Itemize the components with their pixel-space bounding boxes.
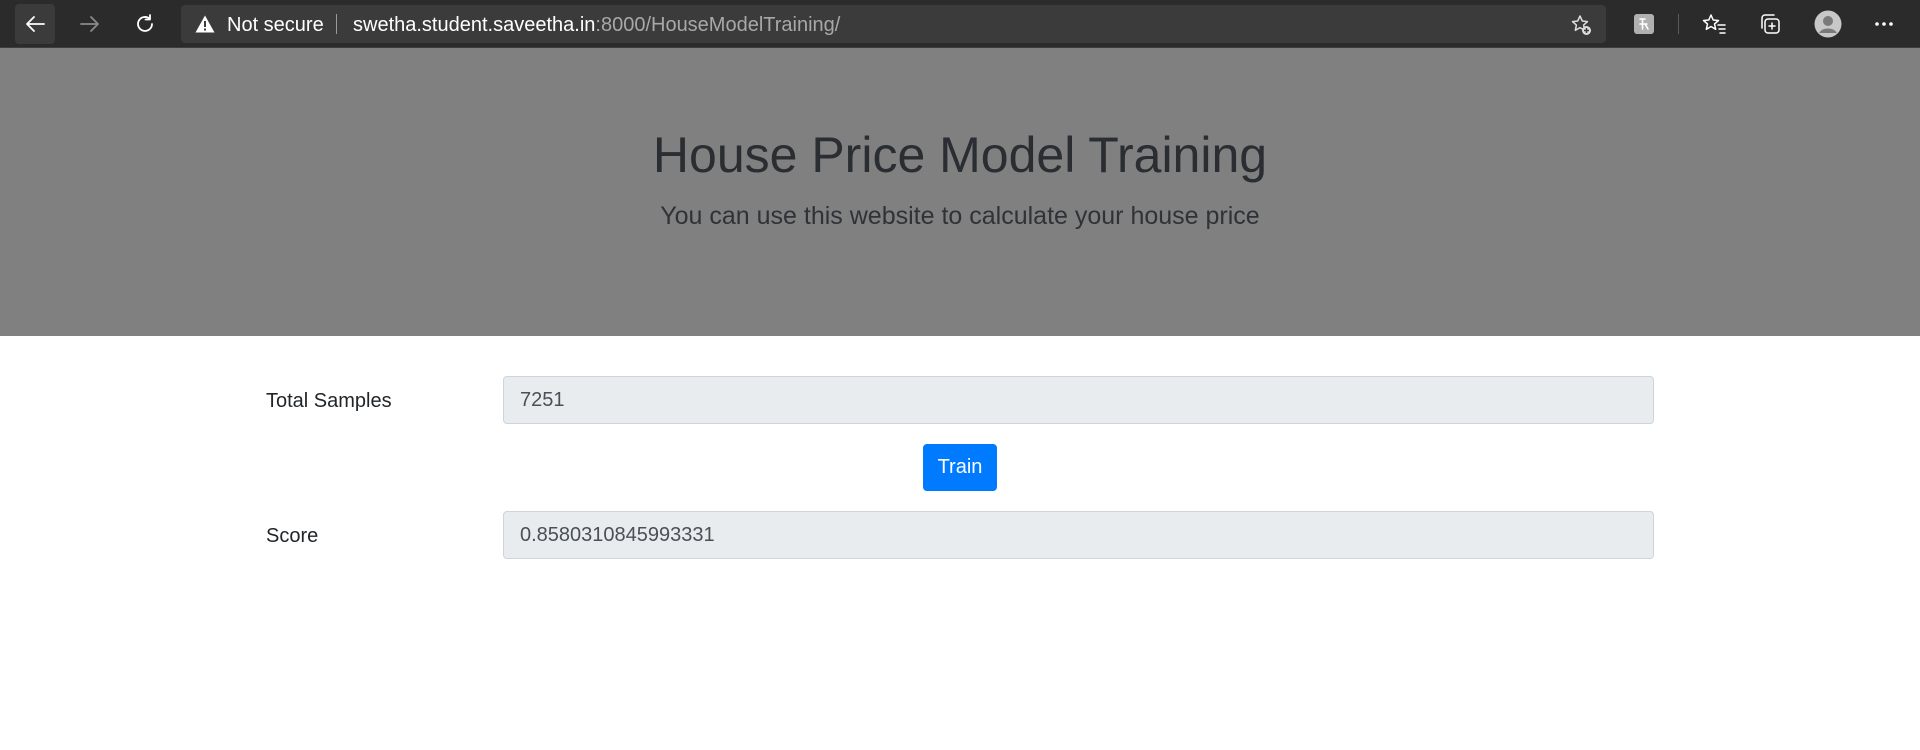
warning-icon (195, 15, 215, 33)
collections-button[interactable] (1750, 4, 1790, 44)
total-samples-label: Total Samples (266, 390, 392, 412)
url-path: :8000/HouseModelTraining/ (595, 14, 841, 36)
back-button[interactable] (15, 4, 55, 44)
total-samples-field[interactable] (503, 376, 1654, 424)
extension-button[interactable] (1624, 4, 1664, 44)
reload-button[interactable] (125, 4, 165, 44)
reload-icon (137, 14, 153, 32)
address-bar[interactable]: Not secure swetha.student.saveetha.in:80… (181, 5, 1606, 43)
add-favorite-icon[interactable] (1570, 14, 1592, 36)
favorites-icon (1702, 14, 1726, 34)
toolbar-divider (1678, 14, 1679, 34)
page-subtitle: You can use this website to calculate yo… (660, 202, 1260, 230)
more-options-button[interactable] (1864, 4, 1904, 44)
url-text[interactable]: swetha.student.saveetha.in:8000/HouseMod… (353, 14, 840, 37)
more-icon (1875, 22, 1893, 26)
page-title: House Price Model Training (652, 127, 1268, 183)
url-host: swetha.student.saveetha.in (353, 14, 596, 36)
score-field[interactable] (503, 511, 1654, 559)
back-arrow-icon (26, 16, 45, 32)
score-label: Score (266, 525, 319, 547)
security-status-label[interactable]: Not secure (227, 14, 324, 37)
profile-button[interactable] (1808, 4, 1848, 44)
favorites-button[interactable] (1694, 4, 1734, 44)
forward-button[interactable] (70, 4, 110, 44)
extension-icon (1634, 14, 1654, 34)
train-button[interactable]: Train (923, 444, 997, 491)
forward-arrow-icon (80, 16, 99, 32)
collections-icon (1761, 14, 1780, 34)
jumbotron-header: House Price Model Training You can use t… (0, 48, 1920, 336)
browser-toolbar: Not secure swetha.student.saveetha.in:80… (0, 0, 1920, 48)
profile-icon (1814, 10, 1842, 38)
address-divider (336, 14, 337, 34)
